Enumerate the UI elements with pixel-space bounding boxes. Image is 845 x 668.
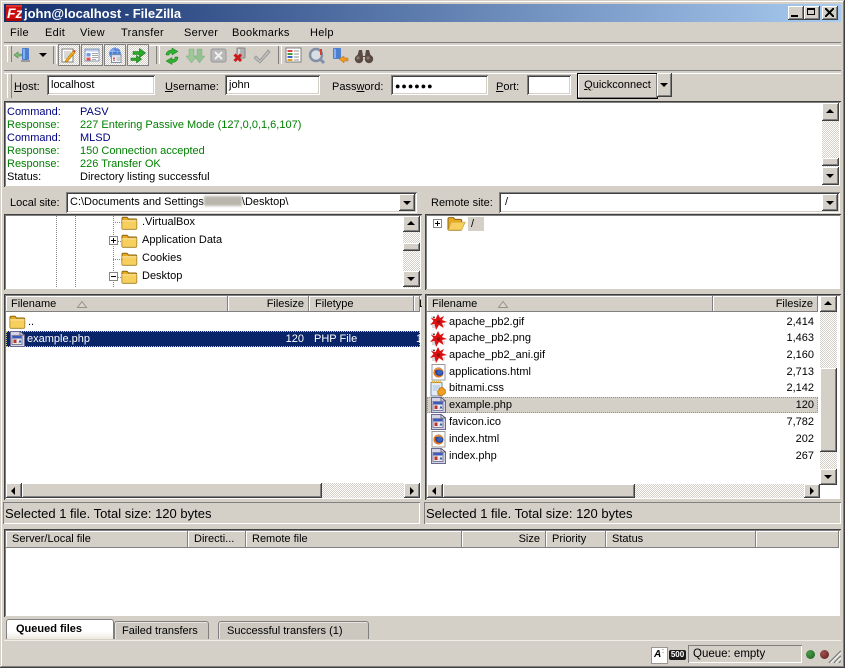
svg-text:Fz: Fz	[7, 5, 22, 21]
